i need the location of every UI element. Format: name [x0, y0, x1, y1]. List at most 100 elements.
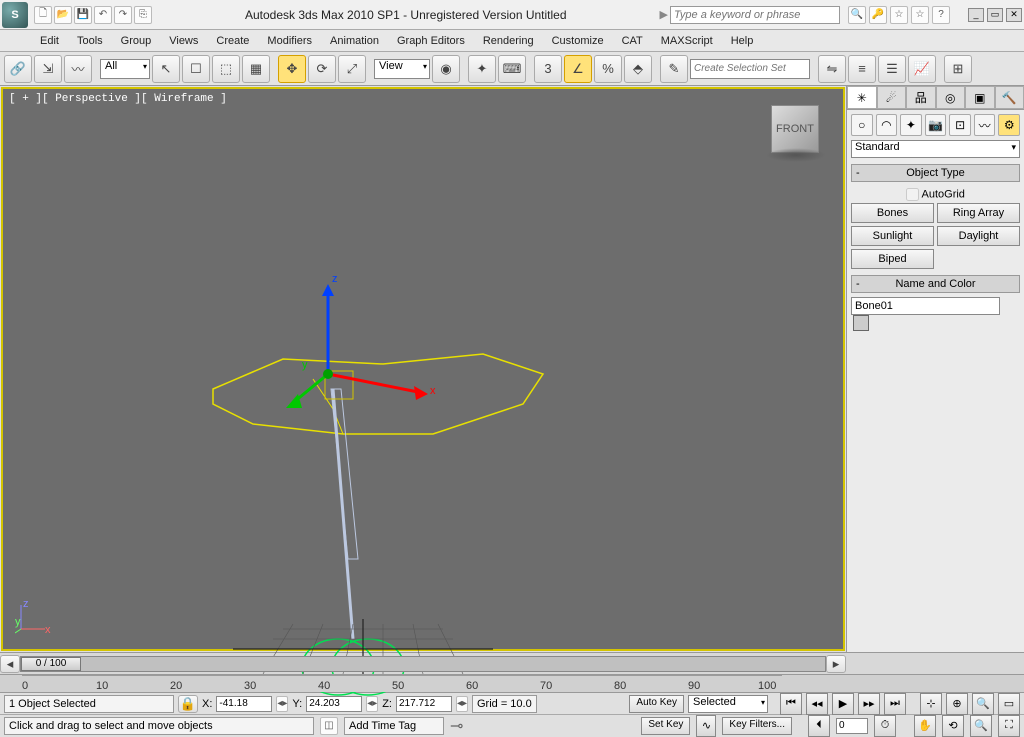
systems-cat-icon[interactable]: ⚙	[998, 114, 1020, 136]
spinner-snap-icon[interactable]: ⬘	[624, 55, 652, 83]
lights-cat-icon[interactable]: ✦	[900, 114, 922, 136]
name-color-rollout[interactable]: Name and Color	[851, 275, 1020, 293]
viewport-nav1-icon[interactable]: ⊹	[920, 693, 942, 715]
viewcube[interactable]: FRONT	[771, 105, 819, 153]
menu-group[interactable]: Group	[121, 35, 152, 47]
select-move-icon[interactable]: ✥	[278, 55, 306, 83]
time-config-icon[interactable]: ⏱	[874, 715, 896, 737]
utilities-tab-icon[interactable]: 🔨	[995, 86, 1024, 109]
pan-icon[interactable]: ✋	[914, 715, 936, 737]
link-tool-icon[interactable]: 🔗	[4, 55, 32, 83]
keystep-prev-icon[interactable]: ⏴	[808, 715, 830, 737]
menu-create[interactable]: Create	[216, 35, 249, 47]
daylight-button[interactable]: Daylight	[937, 226, 1020, 246]
percent-snap-icon[interactable]: %	[594, 55, 622, 83]
menu-help[interactable]: Help	[731, 35, 754, 47]
next-frame-icon[interactable]: ▸▸	[858, 693, 880, 715]
ref-coord-dropdown[interactable]: View	[374, 59, 430, 79]
maximize-viewport-icon[interactable]: ⛶	[998, 715, 1020, 737]
minimize-button[interactable]: _	[968, 8, 984, 22]
schematic-view-icon[interactable]: ⊞	[944, 55, 972, 83]
select-region-icon[interactable]: ⬚	[212, 55, 240, 83]
link-icon[interactable]: ⎘	[134, 6, 152, 24]
menu-rendering[interactable]: Rendering	[483, 35, 534, 47]
select-name-icon[interactable]: ☐	[182, 55, 210, 83]
named-selection-input[interactable]	[690, 59, 810, 79]
object-name-input[interactable]	[851, 297, 1000, 315]
create-tab-icon[interactable]: ✳	[847, 86, 877, 109]
time-slider-thumb[interactable]: 0 / 100	[21, 657, 81, 671]
edit-named-sel-icon[interactable]: ✎	[660, 55, 688, 83]
binoculars-icon[interactable]: 🔍	[848, 6, 866, 24]
autokey-button[interactable]: Auto Key	[629, 695, 684, 713]
hierarchy-tab-icon[interactable]: 品	[906, 86, 936, 109]
mirror-icon[interactable]: ⇋	[818, 55, 846, 83]
object-type-rollout[interactable]: Object Type	[851, 164, 1020, 182]
modify-tab-icon[interactable]: ☄	[877, 86, 907, 109]
select-scale-icon[interactable]: ⤢	[338, 55, 366, 83]
menu-cat[interactable]: CAT	[622, 35, 643, 47]
new-icon[interactable]: 🗋	[34, 6, 52, 24]
goto-start-icon[interactable]: ⏮	[780, 693, 802, 715]
menu-modifiers[interactable]: Modifiers	[267, 35, 312, 47]
close-button[interactable]: ✕	[1006, 8, 1022, 22]
setkey-button[interactable]: Set Key	[641, 717, 690, 735]
time-slider-next-icon[interactable]: ▸	[826, 655, 846, 673]
key-icon[interactable]: 🔑	[869, 6, 887, 24]
bind-spacewarp-icon[interactable]: 〰	[64, 55, 92, 83]
display-tab-icon[interactable]: ▣	[965, 86, 995, 109]
star-icon[interactable]: ☆	[890, 6, 908, 24]
selection-filter-dropdown[interactable]: All	[100, 59, 150, 79]
star2-icon[interactable]: ☆	[911, 6, 929, 24]
help-search-input[interactable]	[670, 6, 840, 24]
keyboard-shortcut-icon[interactable]: ⌨	[498, 55, 526, 83]
shapes-cat-icon[interactable]: ◠	[876, 114, 898, 136]
menu-grapheditors[interactable]: Graph Editors	[397, 35, 465, 47]
time-slider[interactable]: 0 / 100	[20, 656, 826, 672]
pivot-center-icon[interactable]: ◉	[432, 55, 460, 83]
open-icon[interactable]: 📂	[54, 6, 72, 24]
sunlight-button[interactable]: Sunlight	[851, 226, 934, 246]
snap-toggle-icon[interactable]: 3	[534, 55, 562, 83]
menu-maxscript[interactable]: MAXScript	[661, 35, 713, 47]
subcategory-dropdown[interactable]: Standard	[851, 140, 1020, 158]
keymode-dropdown[interactable]: Selected	[688, 695, 768, 713]
add-time-tag[interactable]: Add Time Tag	[344, 717, 444, 735]
perspective-viewport[interactable]: [ + ][ Perspective ][ Wireframe ] FRONT	[1, 87, 845, 651]
align-icon[interactable]: ≡	[848, 55, 876, 83]
manipulate-icon[interactable]: ✦	[468, 55, 496, 83]
curve-editor-icon[interactable]: 📈	[908, 55, 936, 83]
unlink-tool-icon[interactable]: ⇲	[34, 55, 62, 83]
angle-snap-icon[interactable]: ∠	[564, 55, 592, 83]
restore-button[interactable]: ▭	[987, 8, 1003, 22]
zoom-icon[interactable]: 🔍	[970, 715, 992, 737]
menu-edit[interactable]: Edit	[40, 35, 59, 47]
menu-customize[interactable]: Customize	[552, 35, 604, 47]
redo-icon[interactable]: ↷	[114, 6, 132, 24]
menu-tools[interactable]: Tools	[77, 35, 103, 47]
current-frame-input[interactable]	[836, 718, 868, 734]
cameras-cat-icon[interactable]: 📷	[925, 114, 947, 136]
object-color-swatch[interactable]	[853, 315, 869, 331]
key-mode-icon[interactable]: ⊸	[450, 716, 463, 736]
bones-button[interactable]: Bones	[851, 203, 934, 223]
viewport-label[interactable]: [ + ][ Perspective ][ Wireframe ]	[9, 93, 227, 105]
play-icon[interactable]: ▶	[832, 693, 854, 715]
menu-views[interactable]: Views	[169, 35, 198, 47]
helpers-cat-icon[interactable]: ⊡	[949, 114, 971, 136]
viewport-nav3-icon[interactable]: 🔍	[972, 693, 994, 715]
menu-animation[interactable]: Animation	[330, 35, 379, 47]
biped-button[interactable]: Biped	[851, 249, 934, 269]
motion-tab-icon[interactable]: ◎	[936, 86, 966, 109]
time-slider-prev-icon[interactable]: ◂	[0, 655, 20, 673]
app-logo[interactable]: S	[2, 2, 28, 28]
viewport-nav2-icon[interactable]: ⊕	[946, 693, 968, 715]
ring-array-button[interactable]: Ring Array	[937, 203, 1020, 223]
keyfilters-button[interactable]: Key Filters...	[722, 717, 792, 735]
goto-end-icon[interactable]: ⏭	[884, 693, 906, 715]
select-object-icon[interactable]: ↖	[152, 55, 180, 83]
arc-rotate-icon[interactable]: ⟲	[942, 715, 964, 737]
prev-frame-icon[interactable]: ◂◂	[806, 693, 828, 715]
save-icon[interactable]: 💾	[74, 6, 92, 24]
time-ruler[interactable]: 01020 304050 607080 90100	[0, 674, 1024, 692]
